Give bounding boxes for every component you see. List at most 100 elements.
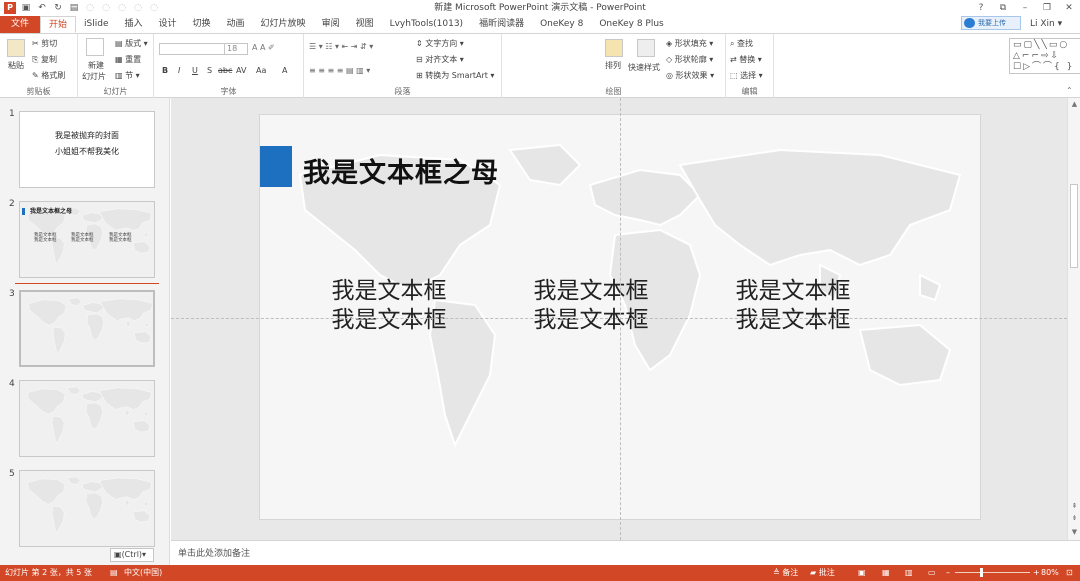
- copy-button[interactable]: ⎘ 复制: [32, 54, 57, 65]
- previous-slide-icon[interactable]: ⇞: [1068, 502, 1080, 510]
- collapse-ribbon-icon[interactable]: ⌃: [1066, 86, 1073, 95]
- shapes-gallery[interactable]: ▭▢╲╲▭○ △⌐⌐⇨⇩ ☐▷⌒⌒{ }: [1009, 38, 1080, 74]
- slideshow-icon[interactable]: ▭: [928, 565, 936, 581]
- slide-thumbnail-3[interactable]: [19, 290, 155, 367]
- minimize-icon[interactable]: –: [1018, 3, 1032, 13]
- redo-icon[interactable]: ↻: [52, 2, 64, 14]
- char-spacing-button[interactable]: AV: [236, 66, 246, 75]
- paste-icon[interactable]: [7, 39, 25, 57]
- horizontal-guide[interactable]: [171, 318, 1067, 319]
- tab-file[interactable]: 文件: [0, 16, 40, 33]
- slide-thumbnail-2[interactable]: 我是文本框之母 我是文本框 我是文本框 我是文本框 我是文本框 我是文本框 我是…: [19, 201, 155, 278]
- underline-button[interactable]: U: [192, 66, 198, 75]
- text-box-2[interactable]: 我是文本框 我是文本框: [521, 277, 661, 335]
- slide-thumbnail-1[interactable]: 我是被抛弃的封面 小姐姐不帮我美化: [19, 111, 155, 188]
- zoom-out-icon[interactable]: –: [946, 565, 950, 581]
- tab-islide[interactable]: iSlide: [76, 16, 116, 33]
- save-icon[interactable]: ▣: [20, 2, 32, 14]
- new-slide-label[interactable]: 幻灯片: [82, 71, 106, 82]
- ribbon-display-icon[interactable]: ⧉: [996, 3, 1010, 13]
- start-from-beginning-icon[interactable]: ▤: [68, 2, 80, 14]
- arrange-button[interactable]: 排列: [605, 60, 621, 71]
- scroll-up-icon[interactable]: ▲: [1068, 100, 1080, 108]
- powerpoint-logo-icon[interactable]: P: [4, 2, 16, 14]
- quick-styles-icon[interactable]: [637, 39, 655, 57]
- font-grow-shrink[interactable]: A A ✐: [252, 43, 275, 52]
- group-label-clipboard: 剪贴板: [26, 87, 51, 96]
- shape-effects-button[interactable]: ◎ 形状效果 ▾: [666, 70, 714, 81]
- tab-design[interactable]: 设计: [151, 16, 185, 33]
- font-color-button[interactable]: A: [282, 66, 287, 75]
- paste-button[interactable]: 粘贴: [8, 60, 24, 71]
- tab-foxit[interactable]: 福昕阅读器: [471, 16, 532, 33]
- vertical-scrollbar[interactable]: ▲ ⇞ ⇟ ▼: [1067, 98, 1080, 540]
- layout-button[interactable]: ▤ 版式 ▾: [115, 38, 148, 49]
- quick-styles-button[interactable]: 快速样式: [628, 62, 660, 73]
- tab-review[interactable]: 审阅: [314, 16, 348, 33]
- notes-pane[interactable]: 单击此处添加备注: [171, 540, 1080, 565]
- zoom-slider[interactable]: [955, 572, 1030, 573]
- font-size-field[interactable]: 18: [224, 43, 248, 55]
- next-slide-icon[interactable]: ⇟: [1068, 514, 1080, 522]
- language-indicator[interactable]: 中文(中国): [124, 565, 162, 581]
- zoom-level[interactable]: 80%: [1041, 565, 1059, 581]
- tab-onekey8plus[interactable]: OneKey 8 Plus: [591, 16, 671, 33]
- tab-insert[interactable]: 插入: [116, 16, 150, 33]
- tab-lvyhtools[interactable]: LvyhTools(1013): [382, 16, 471, 33]
- shape-fill-button[interactable]: ◈ 形状填充 ▾: [666, 38, 713, 49]
- text-box-1[interactable]: 我是文本框 我是文本框: [319, 277, 459, 335]
- comments-toggle[interactable]: ▰ 批注: [810, 565, 835, 581]
- select-button[interactable]: ⬚ 选择 ▾: [730, 70, 763, 81]
- section-button[interactable]: ▥ 节 ▾: [115, 70, 140, 81]
- scroll-down-icon[interactable]: ▼: [1068, 528, 1080, 536]
- tab-animations[interactable]: 动画: [219, 16, 253, 33]
- paste-options-button[interactable]: ▣(Ctrl)▾: [110, 548, 154, 562]
- slide-title[interactable]: 我是文本框之母: [303, 151, 499, 190]
- reset-button[interactable]: ▦ 重置: [115, 54, 141, 65]
- bold-button[interactable]: B: [162, 66, 168, 75]
- align-buttons[interactable]: ≡ ≡ ≡ ≡ ▤ ▥ ▾: [309, 66, 370, 75]
- close-icon[interactable]: ✕: [1062, 3, 1076, 13]
- cloud-upload-button[interactable]: 我要上传: [961, 16, 1021, 30]
- shape-outline-button[interactable]: ◇ 形状轮廓 ▾: [666, 54, 713, 65]
- smartart-button[interactable]: ⊞ 转换为 SmartArt ▾: [416, 70, 494, 81]
- text-box-3[interactable]: 我是文本框 我是文本框: [723, 277, 863, 335]
- zoom-slider-knob[interactable]: [980, 568, 983, 577]
- tab-transitions[interactable]: 切换: [185, 16, 219, 33]
- cut-button[interactable]: ✂ 剪切: [32, 38, 57, 49]
- align-text-button[interactable]: ⊟ 对齐文本 ▾: [416, 54, 464, 65]
- help-icon[interactable]: ?: [974, 3, 988, 13]
- vertical-guide[interactable]: [620, 98, 621, 540]
- new-slide-button[interactable]: 新建: [88, 60, 104, 71]
- tab-home[interactable]: 开始: [40, 16, 77, 33]
- arrange-icon[interactable]: [605, 39, 623, 57]
- italic-button[interactable]: I: [178, 66, 180, 75]
- text-direction-button[interactable]: ⇕ 文字方向 ▾: [416, 38, 464, 49]
- tab-onekey8[interactable]: OneKey 8: [532, 16, 591, 33]
- format-painter-button[interactable]: ✎ 格式刷: [32, 70, 65, 81]
- font-name-field[interactable]: [159, 43, 225, 55]
- strikethrough-button[interactable]: abc: [218, 66, 232, 75]
- scrollbar-thumb[interactable]: [1070, 184, 1078, 268]
- normal-view-icon[interactable]: ▣: [858, 565, 866, 581]
- replace-button[interactable]: ⇄ 替换 ▾: [730, 54, 762, 65]
- list-buttons[interactable]: ☰ ▾ ☷ ▾ ⇤ ⇥ ⇵ ▾: [309, 42, 373, 51]
- user-account[interactable]: Li Xin ▾: [1030, 16, 1062, 33]
- world-map-thumbnail: [27, 386, 153, 444]
- undo-icon[interactable]: ↶: [36, 2, 48, 14]
- reading-view-icon[interactable]: ▥: [905, 565, 913, 581]
- shadow-button[interactable]: S: [207, 66, 212, 75]
- slide-thumbnail-4[interactable]: [19, 380, 155, 457]
- restore-icon[interactable]: ❐: [1040, 3, 1054, 13]
- new-slide-icon[interactable]: [86, 38, 104, 56]
- tab-slideshow[interactable]: 幻灯片放映: [253, 16, 314, 33]
- slide-thumbnail-5[interactable]: [19, 470, 155, 547]
- fit-slide-icon[interactable]: ⊡: [1066, 565, 1073, 581]
- slide-sorter-icon[interactable]: ▦: [882, 565, 890, 581]
- notes-toggle[interactable]: ≜ 备注: [773, 565, 798, 581]
- tab-view[interactable]: 视图: [348, 16, 382, 33]
- zoom-in-icon[interactable]: +: [1033, 565, 1040, 581]
- find-button[interactable]: ⌕ 查找: [730, 38, 753, 49]
- change-case-button[interactable]: Aa: [256, 66, 266, 75]
- proofing-icon[interactable]: ▤: [110, 565, 118, 581]
